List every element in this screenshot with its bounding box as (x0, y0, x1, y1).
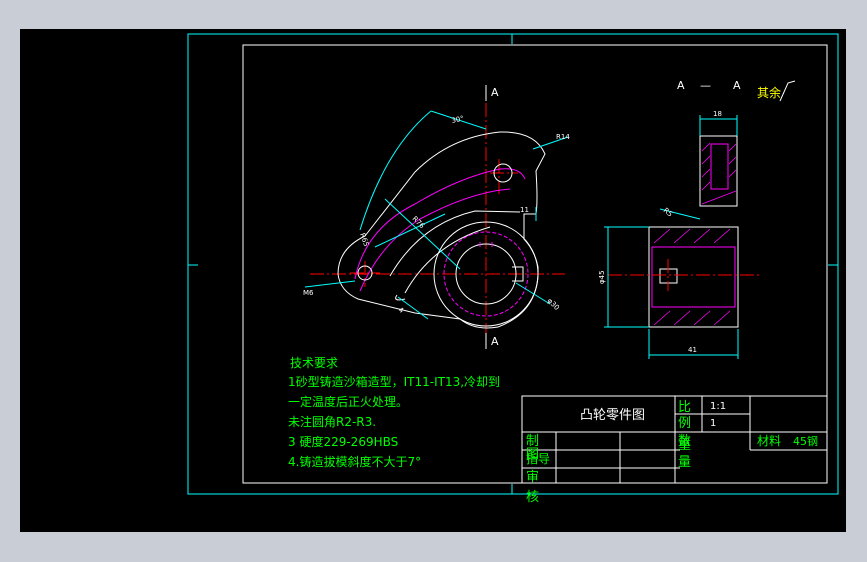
drawing-sheet: 30° R14 R76 R65 11 M6 φ30 4 A A A — A 其余 (187, 33, 839, 505)
review-label: 审 (526, 470, 539, 485)
r5-dim: R5 (662, 206, 674, 218)
material-value: 45钢 (793, 435, 818, 448)
phi30-dim: φ30 (546, 297, 561, 312)
tech-item-1a: 1砂型铸造沙箱造型，IT11-IT13,冷却到 (288, 374, 500, 389)
tech-requirements: 技术要求 1砂型铸造沙箱造型，IT11-IT13,冷却到 一定温度后正火处理。 … (288, 356, 500, 469)
tech-heading: 技术要求 (290, 356, 338, 370)
weight-label: 重 (678, 437, 691, 453)
d18-dim: 18 (713, 110, 722, 118)
drawing-title: 凸轮零件图 (580, 408, 645, 423)
section-label-left: A (677, 79, 685, 92)
review-label-2: 核 (526, 490, 539, 505)
tech-item-1b: 一定温度后正火处理。 (288, 394, 408, 409)
material-label: 材料 (757, 434, 781, 448)
front-view: 30° R14 R76 R65 11 M6 φ30 4 A A (303, 85, 570, 349)
section-mark-top: A (491, 86, 499, 99)
ratio-value: 1:1 (710, 401, 726, 412)
tech-item-2: 未注圆角R2-R3. (288, 414, 376, 429)
m6-dim: M6 (303, 289, 314, 297)
title-block (521, 395, 828, 484)
qty-value: 1 (710, 418, 716, 429)
tech-item-4: 4.铸造拔模斜度不大于7° (288, 454, 421, 469)
section-dash: — (700, 79, 711, 92)
r65-dim: R65 (358, 232, 370, 248)
check-label: 指导 (526, 451, 550, 466)
ratio-label: 比 (678, 400, 691, 415)
d11-dim: 11 (520, 206, 529, 214)
section-view: A — A 其余 18 φ45 41 R5 (598, 79, 796, 359)
sheet-frame (187, 33, 839, 495)
section-mark-bottom: A (491, 335, 499, 348)
tech-item-3: 3 硬度229-269HBS (288, 434, 398, 449)
weight-label-2: 量 (678, 455, 691, 470)
qty-label: 例 (678, 416, 691, 431)
cad-canvas: 30° R14 R76 R65 11 M6 φ30 4 A A A — A 其余 (20, 29, 846, 532)
roughness-note: 其余 (757, 85, 781, 100)
angle-dim: 30° (451, 115, 465, 125)
phi45-dim: φ45 (598, 270, 606, 284)
section-label-right: A (733, 79, 741, 92)
w41-dim: 41 (688, 346, 697, 354)
r14-dim: R14 (556, 133, 570, 141)
